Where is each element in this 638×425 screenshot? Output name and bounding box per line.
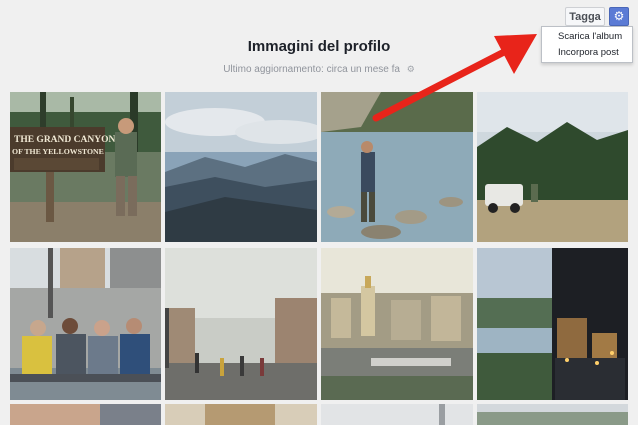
photo-people-on-bench[interactable] <box>10 248 161 400</box>
last-updated-text: Ultimo aggiornamento: circa un mese fa ⚙ <box>0 64 638 75</box>
photo-river-hiker[interactable] <box>321 92 473 242</box>
gear-icon: ⚙ <box>613 9 625 23</box>
photo-row3-4[interactable] <box>477 404 628 425</box>
photo-river-night-split[interactable] <box>477 248 628 400</box>
gear-icon[interactable]: ⚙ <box>407 64 415 74</box>
photo-row3-3[interactable] <box>321 404 473 425</box>
embed-post-menu-item[interactable]: Incorpora post <box>542 45 632 61</box>
tag-button[interactable]: Tagga <box>565 7 605 26</box>
last-updated-label: Ultimo aggiornamento: circa un mese fa <box>223 64 400 75</box>
photo-row3-2[interactable] <box>165 404 317 425</box>
photo-city-street[interactable] <box>165 248 317 400</box>
photo-city-aerial[interactable] <box>321 248 473 400</box>
photo-mountain-valley[interactable] <box>165 92 317 242</box>
options-dropdown-menu: Scarica l'album Incorpora post <box>541 26 633 63</box>
photo-row3-1[interactable] <box>10 404 161 425</box>
sign-line-1: THE GRAND CANYON <box>14 135 115 145</box>
download-album-menu-item[interactable]: Scarica l'album <box>542 29 632 45</box>
settings-button[interactable]: ⚙ <box>609 7 629 26</box>
photo-jeep-meadow[interactable] <box>477 92 628 242</box>
photo-grand-canyon-sign[interactable]: THE GRAND CANYON OF THE YELLOWSTONE <box>10 92 161 242</box>
sign-line-2: OF THE YELLOWSTONE <box>12 147 104 156</box>
